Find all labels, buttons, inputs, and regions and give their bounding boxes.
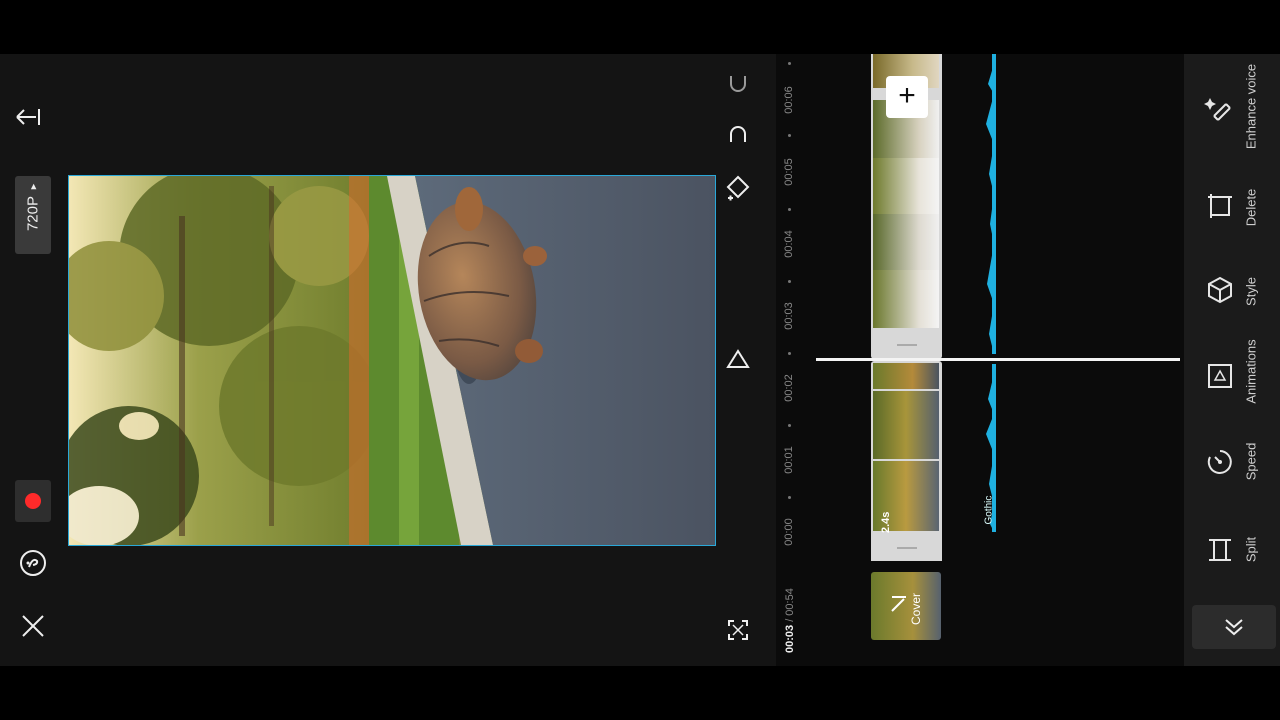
clip-thumbnail xyxy=(873,214,939,270)
ruler-label: 00:06 xyxy=(783,86,795,114)
redo-icon[interactable] xyxy=(727,124,749,151)
tool-animations[interactable]: Animations xyxy=(1184,336,1280,416)
tool-label: Enhance voice xyxy=(1243,63,1259,150)
tool-delete[interactable]: Delete xyxy=(1184,168,1280,248)
ruler-label: 00:05 xyxy=(783,158,795,186)
record-icon xyxy=(25,493,41,509)
back-icon[interactable] xyxy=(14,106,42,133)
video-editor: 720P ▸ 00:06 00:05 00:04 00:03 00:02 00:… xyxy=(0,54,1280,666)
help-icon[interactable] xyxy=(18,548,48,583)
fullscreen-icon[interactable] xyxy=(727,619,749,646)
tool-label: Speed xyxy=(1243,442,1259,481)
undo-icon[interactable] xyxy=(727,72,749,99)
add-clip-button[interactable]: + xyxy=(886,76,928,118)
split-icon xyxy=(1209,539,1231,561)
clip-thumbnail xyxy=(873,363,939,389)
ruler-label: 00:01 xyxy=(783,446,795,474)
current-time: 00:03 xyxy=(784,624,796,653)
tools-panel: Enhance voice Delete Style Animations Sp… xyxy=(1184,54,1280,666)
time-readout: 00:03 / 00:54 xyxy=(784,557,796,653)
edit-icon xyxy=(889,594,909,619)
animations-icon xyxy=(1208,364,1232,388)
tool-label: Style xyxy=(1243,277,1259,306)
ruler-label: 00:00 xyxy=(783,518,795,546)
playhead[interactable] xyxy=(816,358,1180,361)
double-chevron-down-icon xyxy=(1225,619,1243,636)
tool-speed[interactable]: Speed xyxy=(1184,420,1280,500)
record-button[interactable] xyxy=(15,480,51,522)
clip-thumbnail xyxy=(873,391,939,459)
tool-label: Animations xyxy=(1243,339,1259,404)
close-icon[interactable] xyxy=(20,613,46,644)
audio-waveform[interactable] xyxy=(980,54,998,534)
resolution-button[interactable]: 720P ▸ xyxy=(15,176,51,254)
cover-label: Cover xyxy=(909,592,923,625)
audio-track-label: Gothic xyxy=(983,495,995,525)
ruler-tick xyxy=(788,134,791,137)
clip-duration: 2.4s xyxy=(880,511,892,533)
cover-button[interactable]: Cover xyxy=(871,572,941,640)
ruler-tick xyxy=(788,62,791,65)
ruler-tick xyxy=(788,352,791,355)
resolution-arrow-icon: ▸ xyxy=(27,183,40,190)
tool-enhance-voice[interactable]: Enhance voice xyxy=(1184,64,1280,149)
ruler-tick xyxy=(788,280,791,283)
video-clip-lower[interactable]: 2.4s xyxy=(871,361,942,561)
clip-thumbnail xyxy=(873,158,939,214)
trim-handle[interactable] xyxy=(897,344,917,346)
enhance-voice-icon xyxy=(1204,98,1231,121)
style-icon xyxy=(1208,276,1232,304)
collapse-tools-button[interactable] xyxy=(1192,605,1276,649)
total-time: / 00:54 xyxy=(784,588,796,625)
speed-icon xyxy=(1207,450,1232,474)
keyframe-icon[interactable] xyxy=(724,174,752,207)
ruler-tick xyxy=(788,496,791,499)
tool-label: Split xyxy=(1243,536,1259,563)
delete-icon xyxy=(1208,194,1232,218)
play-icon[interactable] xyxy=(726,348,750,375)
video-preview[interactable] xyxy=(68,175,716,546)
tool-style[interactable]: Style xyxy=(1184,252,1280,332)
tool-split[interactable]: Split xyxy=(1184,510,1280,590)
ruler-tick xyxy=(788,424,791,427)
trim-handle[interactable] xyxy=(897,547,917,549)
clip-thumbnail xyxy=(873,270,939,328)
ruler-tick xyxy=(788,208,791,211)
ruler-label: 00:03 xyxy=(783,302,795,330)
turtle-on-road-image xyxy=(69,176,715,545)
ruler-label: 00:02 xyxy=(783,374,795,402)
ruler-label: 00:04 xyxy=(783,230,795,258)
tool-label: Delete xyxy=(1243,188,1259,227)
